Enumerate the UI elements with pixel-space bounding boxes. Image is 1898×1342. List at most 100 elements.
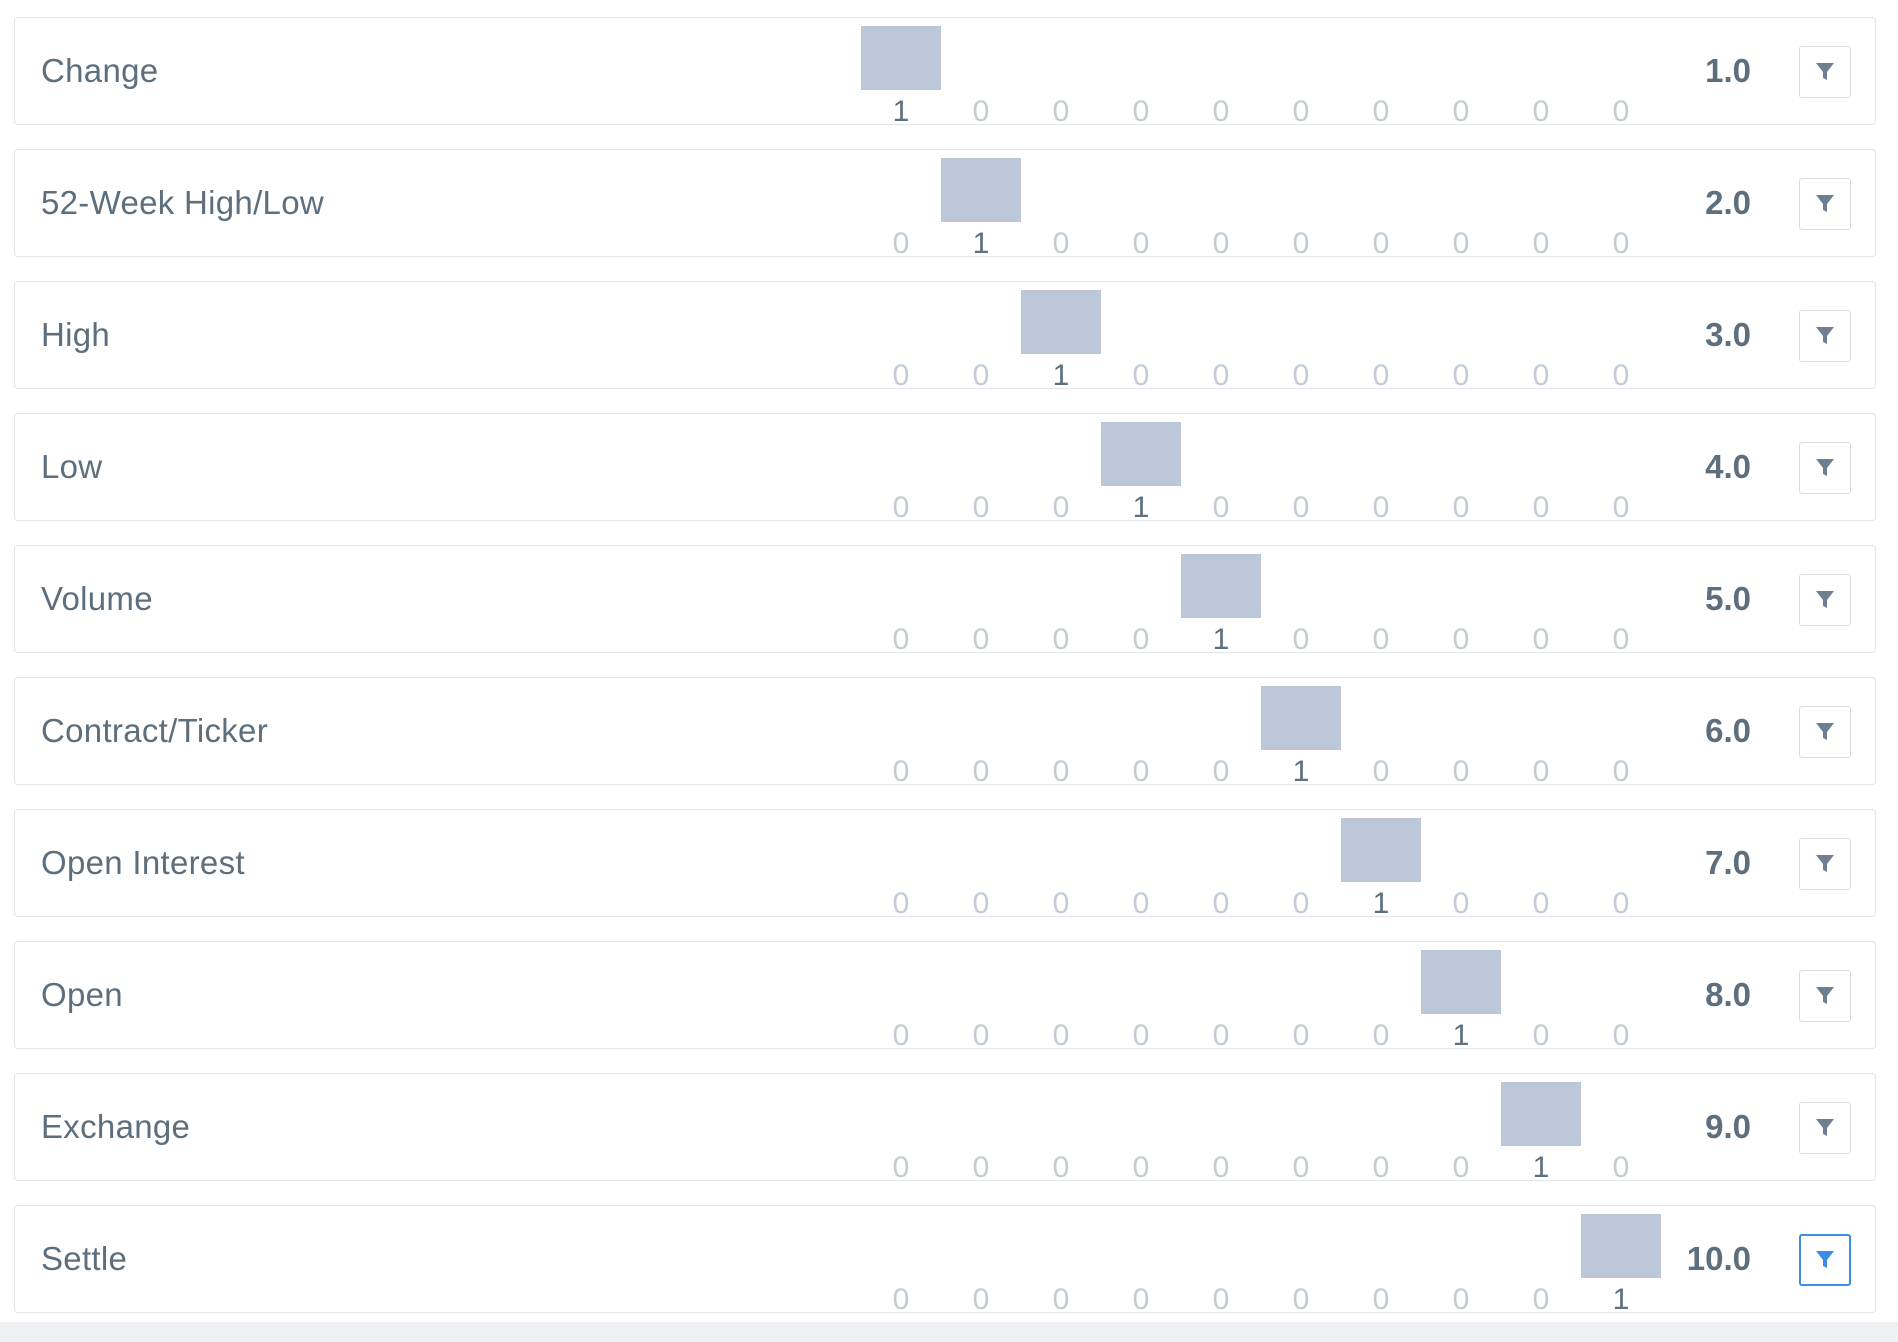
histogram-bin-count: 0	[1132, 1019, 1150, 1052]
feature-label: Change	[41, 52, 159, 89]
histogram-bin-count: 0	[1292, 95, 1310, 128]
feature-value: 7.0	[1705, 844, 1751, 881]
histogram-bar[interactable]	[941, 158, 1021, 222]
histogram-bar[interactable]	[1501, 1082, 1581, 1146]
histogram-bin-count: 0	[1052, 755, 1070, 788]
filter-button[interactable]	[1799, 1234, 1851, 1286]
histogram-bin-count: 0	[1532, 491, 1550, 524]
histogram-bin-count: 0	[1532, 1283, 1550, 1316]
feature-label: High	[41, 316, 111, 353]
histogram-bin-count: 1	[1052, 359, 1070, 392]
feature-row: Contract/Ticker 0 0 0 0 0 1 0 0 0 0 6.0	[14, 677, 1876, 788]
histogram-bin-count: 0	[1372, 623, 1390, 656]
filter-button[interactable]	[1799, 1102, 1851, 1154]
filter-button[interactable]	[1799, 706, 1851, 758]
feature-row: Open 0 0 0 0 0 0 0 1 0 0 8.0	[14, 941, 1876, 1052]
histogram-bin-count: 0	[1212, 755, 1230, 788]
histogram-bin-count: 0	[1212, 1151, 1230, 1184]
histogram-bin-count: 0	[1212, 491, 1230, 524]
histogram-bin-count: 0	[1292, 491, 1310, 524]
feature-row: High 0 0 1 0 0 0 0 0 0 0 3.0	[14, 281, 1876, 392]
feature-row: Open Interest 0 0 0 0 0 0 1 0 0 0 7.0	[14, 809, 1876, 920]
histogram-bin-count: 0	[1212, 359, 1230, 392]
histogram-bin-count: 0	[972, 887, 990, 920]
filter-icon	[1816, 195, 1834, 212]
histogram-bin-count: 0	[1612, 491, 1630, 524]
feature-row: Low 0 0 0 1 0 0 0 0 0 0 4.0	[14, 413, 1876, 524]
histogram-bin-count: 1	[1132, 491, 1150, 524]
filter-button[interactable]	[1799, 838, 1851, 890]
histogram-bin-count: 0	[1132, 755, 1150, 788]
histogram-bar[interactable]	[1101, 422, 1181, 486]
feature-value: 5.0	[1705, 580, 1751, 617]
feature-label: Open	[41, 976, 123, 1013]
histogram: 0 0 0 0 0 1 0 0 0 0	[861, 678, 1661, 788]
histogram-bin-count: 1	[1532, 1151, 1550, 1184]
histogram-bin-count: 0	[1612, 623, 1630, 656]
feature-row: Change 1 0 0 0 0 0 0 0 0 0 1.0	[14, 17, 1876, 128]
histogram-bin-count: 0	[1052, 95, 1070, 128]
feature-value: 9.0	[1705, 1108, 1751, 1145]
histogram-bin-count: 0	[1132, 1151, 1150, 1184]
histogram-bin-count: 0	[1452, 887, 1470, 920]
histogram-bin-count: 1	[1612, 1283, 1630, 1316]
histogram-bin-count: 0	[1612, 1151, 1630, 1184]
histogram-bin-count: 0	[1372, 1151, 1390, 1184]
histogram-bin-count: 1	[1212, 623, 1230, 656]
feature-value: 8.0	[1705, 976, 1751, 1013]
filter-button[interactable]	[1799, 442, 1851, 494]
histogram-bin-count: 0	[1452, 1151, 1470, 1184]
filter-button[interactable]	[1799, 310, 1851, 362]
histogram-bin-count: 0	[1052, 491, 1070, 524]
filter-icon	[1816, 591, 1834, 608]
histogram-bin-count: 0	[972, 1019, 990, 1052]
filter-icon	[1816, 1251, 1834, 1268]
histogram-bin-count: 0	[892, 227, 910, 260]
histogram-bar[interactable]	[1261, 686, 1341, 750]
histogram: 0 0 0 0 0 0 1 0 0 0	[861, 810, 1661, 920]
filter-icon	[1816, 63, 1834, 80]
feature-label: Volume	[41, 580, 153, 617]
histogram-bin-count: 0	[1292, 1283, 1310, 1316]
feature-value: 3.0	[1705, 316, 1751, 353]
histogram: 0 0 1 0 0 0 0 0 0 0	[861, 282, 1661, 392]
histogram-bin-count: 0	[1452, 491, 1470, 524]
histogram-bin-count: 0	[1212, 95, 1230, 128]
histogram-bin-count: 0	[892, 1151, 910, 1184]
feature-row: Volume 0 0 0 0 1 0 0 0 0 0 5.0	[14, 545, 1876, 656]
feature-value: 6.0	[1705, 712, 1751, 749]
histogram: 0 1 0 0 0 0 0 0 0 0	[861, 150, 1661, 260]
histogram-bin-count: 0	[892, 623, 910, 656]
histogram-bar[interactable]	[1021, 290, 1101, 354]
histogram-bin-count: 0	[1212, 227, 1230, 260]
histogram-bar[interactable]	[1581, 1214, 1661, 1278]
histogram-bar[interactable]	[861, 26, 941, 90]
histogram-bar[interactable]	[1421, 950, 1501, 1014]
histogram-bin-count: 0	[1132, 623, 1150, 656]
histogram-bin-count: 0	[1292, 1019, 1310, 1052]
histogram-bin-count: 0	[892, 359, 910, 392]
filter-button[interactable]	[1799, 178, 1851, 230]
histogram-bin-count: 0	[1292, 227, 1310, 260]
histogram-bin-count: 0	[1532, 1019, 1550, 1052]
filter-button[interactable]	[1799, 970, 1851, 1022]
histogram-bin-count: 0	[972, 95, 990, 128]
histogram-bin-count: 0	[892, 755, 910, 788]
feature-label: Low	[41, 448, 103, 485]
histogram-bar[interactable]	[1341, 818, 1421, 882]
filter-button[interactable]	[1799, 574, 1851, 626]
histogram: 0 0 0 0 1 0 0 0 0 0	[861, 546, 1661, 656]
filter-button[interactable]	[1799, 46, 1851, 98]
filter-icon	[1816, 855, 1834, 872]
histogram-bin-count: 0	[1452, 755, 1470, 788]
feature-label: 52-Week High/Low	[41, 184, 324, 221]
histogram-bar[interactable]	[1181, 554, 1261, 618]
feature-row: Settle 0 0 0 0 0 0 0 0 0 1 10.0	[14, 1205, 1876, 1316]
histogram-bin-count: 0	[1132, 359, 1150, 392]
histogram-bin-count: 0	[972, 623, 990, 656]
histogram-bin-count: 1	[1292, 755, 1310, 788]
histogram: 0 0 0 0 0 0 0 0 0 1	[861, 1206, 1661, 1316]
histogram-bin-count: 0	[1052, 623, 1070, 656]
feature-value: 10.0	[1686, 1240, 1751, 1277]
histogram-bin-count: 1	[972, 227, 990, 260]
